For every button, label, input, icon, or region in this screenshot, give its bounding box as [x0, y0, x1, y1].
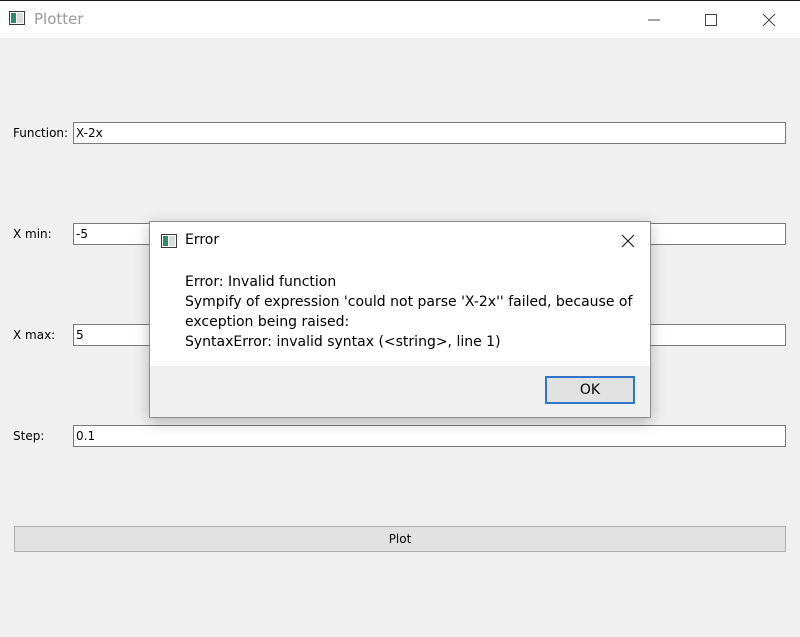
title-bar[interactable]: Plotter [0, 1, 800, 38]
dialog-app-icon [161, 234, 177, 248]
close-icon [621, 234, 635, 248]
xmax-label: X max: [13, 328, 56, 342]
minimize-icon [648, 19, 660, 21]
close-icon [762, 13, 776, 27]
app-window-icon [9, 11, 25, 25]
dialog-content: Error Error: Invalid function Sympify of… [150, 222, 650, 366]
maximize-icon [705, 14, 717, 26]
xmin-label: X min: [13, 227, 52, 241]
step-input[interactable] [73, 425, 786, 447]
plot-button[interactable]: Plot [14, 526, 786, 552]
error-message-line: Sympify of expression 'could not parse '… [185, 294, 633, 310]
close-window-button[interactable] [746, 2, 792, 38]
function-label: Function: [13, 126, 69, 140]
error-message-line: Error: Invalid function [185, 274, 337, 290]
step-label: Step: [13, 429, 45, 443]
function-input[interactable] [73, 122, 786, 144]
window-title: Plotter [34, 10, 84, 28]
dialog-close-button[interactable] [616, 230, 640, 252]
minimize-button[interactable] [631, 2, 677, 38]
dialog-title: Error [185, 232, 220, 248]
error-dialog: Error Error: Invalid function Sympify of… [149, 221, 651, 418]
ok-button[interactable]: OK [545, 376, 635, 404]
error-message-line: exception being raised: [185, 314, 350, 330]
maximize-button[interactable] [688, 2, 734, 38]
error-message-line: SyntaxError: invalid syntax (<string>, l… [185, 334, 501, 350]
